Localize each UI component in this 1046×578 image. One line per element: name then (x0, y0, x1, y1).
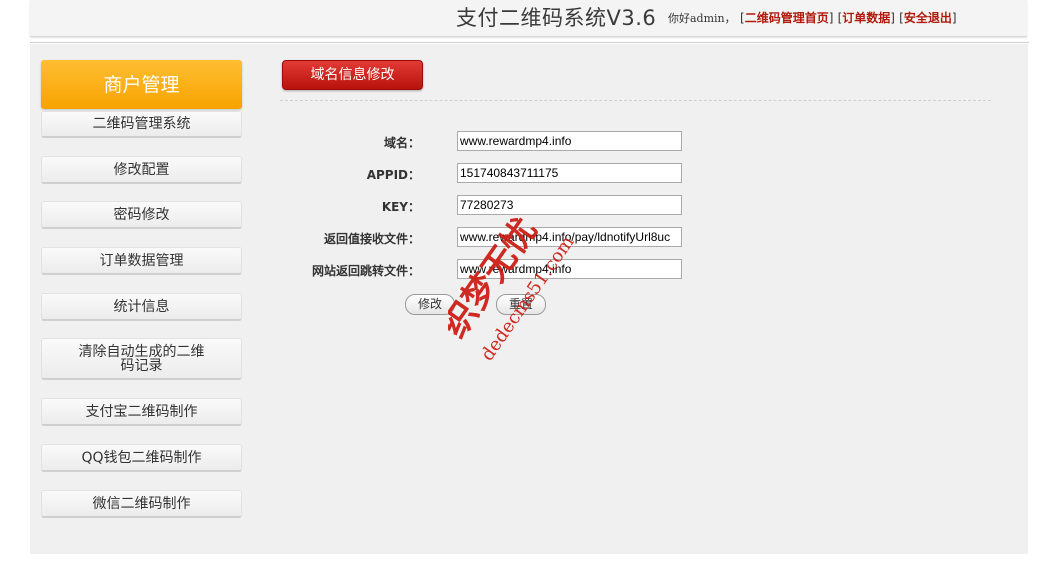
domain-input[interactable] (457, 131, 682, 151)
sidebar-item-wechat-qrcode[interactable]: 微信二维码制作 (41, 490, 242, 518)
key-input[interactable] (457, 195, 682, 215)
home-link[interactable]: 二维码管理首页 (745, 11, 829, 25)
sidebar-item-qrcode-system[interactable]: 二维码管理系统 (41, 111, 242, 138)
return-file-input[interactable] (457, 259, 682, 279)
appid-input[interactable] (457, 163, 682, 183)
header-links: [二维码管理首页] [订单数据] [安全退出] (740, 11, 957, 25)
appid-label: APPID： (366, 168, 420, 182)
sidebar-item-config[interactable]: 修改配置 (41, 156, 242, 184)
notify-file-label: 返回值接收文件： (323, 232, 420, 246)
return-file-label: 网站返回跳转文件： (311, 264, 420, 278)
sidebar-item-qq-qrcode[interactable]: QQ钱包二维码制作 (41, 444, 242, 472)
sidebar-item-password[interactable]: 密码修改 (41, 201, 242, 229)
submit-button[interactable]: 修改 (405, 294, 455, 315)
user-greeting: 你好admin， (668, 12, 736, 25)
sidebar-item-alipay-qrcode[interactable]: 支付宝二维码制作 (41, 398, 242, 426)
reset-button[interactable]: 重置 (496, 294, 546, 315)
app-title: 支付二维码系统V3.6 (456, 6, 657, 30)
tab-domain-info[interactable]: 域名信息修改 (282, 60, 423, 90)
sidebar-title: 商户管理 (41, 60, 242, 109)
notify-file-input[interactable] (457, 227, 682, 247)
sidebar-item-statistics[interactable]: 统计信息 (41, 293, 242, 321)
order-data-link[interactable]: 订单数据 (842, 11, 890, 25)
sidebar-item-orders[interactable]: 订单数据管理 (41, 247, 242, 275)
key-label: KEY： (381, 200, 420, 214)
logout-link[interactable]: 安全退出 (904, 11, 952, 25)
header-divider (30, 42, 1029, 43)
section-divider (280, 100, 991, 101)
sidebar-item-clear-qrcodes[interactable]: 清除自动生成的二维码记录 (41, 338, 242, 380)
domain-label: 域名： (383, 136, 420, 150)
